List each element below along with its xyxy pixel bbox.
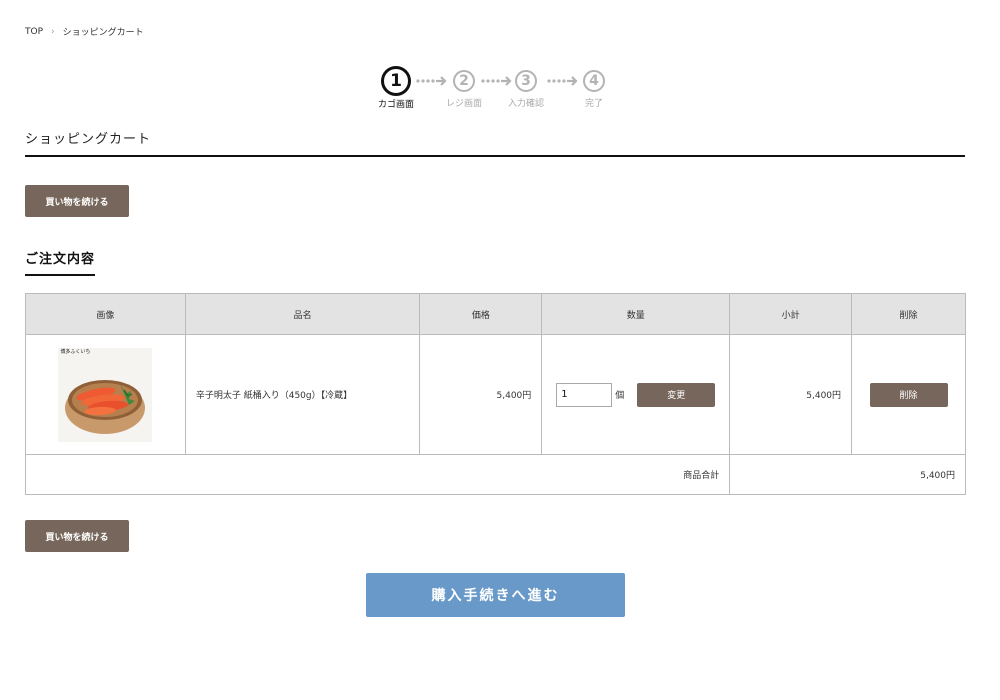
mentaiko-tub-image (65, 379, 146, 434)
header-name: 品名 (184, 293, 421, 335)
header-image: 画像 (25, 293, 186, 335)
proceed-to-checkout-button[interactable]: 購入手続きへ進む (366, 573, 625, 617)
step-label: レジ画面 (445, 99, 482, 109)
product-price: 5,400円 (419, 334, 543, 455)
step-label: カゴ画面 (377, 100, 414, 110)
step-number: 4 (583, 70, 605, 92)
delete-cell: 削除 (851, 334, 966, 455)
section-underline (25, 274, 95, 276)
product-subtotal: 5,400円 (729, 334, 853, 455)
title-divider (25, 155, 965, 157)
quantity-unit: 個 (615, 391, 625, 401)
header-subtotal: 小計 (729, 293, 853, 335)
step-number: 1 (381, 66, 411, 96)
step-number: 3 (515, 70, 537, 92)
order-section-title: ご注文内容 (25, 252, 96, 267)
breadcrumb: TOP › ショッピングカート (25, 25, 144, 39)
quantity-input[interactable] (556, 382, 613, 407)
quantity-cell: 個 変更 (541, 334, 731, 455)
step-number: 2 (453, 70, 475, 92)
product-name: 辛子明太子 紙桶入り（450g）【冷蔵】 (184, 334, 421, 455)
step-label: 入力確認 (507, 99, 544, 109)
change-quantity-button[interactable]: 変更 (637, 382, 716, 407)
product-image-caption: 博多ふくいち (60, 348, 91, 355)
table-header-row: 画像 品名 価格 数量 小計 削除 (25, 293, 966, 335)
continue-shopping-button[interactable]: 買い物を続ける (25, 185, 129, 217)
total-row: 商品合計 5,400円 (24, 454, 966, 495)
total-label: 商品合計 (24, 454, 731, 495)
total-value: 5,400円 (729, 454, 966, 495)
product-image-cell: 博多ふくいち (25, 334, 186, 455)
delete-item-button[interactable]: 削除 (869, 382, 948, 407)
chevron-right-icon: › (51, 26, 55, 37)
checkout-steps: 1 カゴ画面 2 レジ画面 3 入力確認 4 完了 (373, 66, 613, 112)
header-delete: 削除 (851, 293, 966, 335)
header-price: 価格 (419, 293, 543, 335)
step-complete: 4 完了 (564, 70, 624, 109)
page-title: ショッピングカート (25, 132, 152, 147)
product-image[interactable]: 博多ふくいち (58, 347, 153, 442)
breadcrumb-top-link[interactable]: TOP (25, 27, 43, 37)
header-quantity: 数量 (541, 293, 731, 335)
breadcrumb-current: ショッピングカート (62, 28, 144, 38)
continue-shopping-button-bottom[interactable]: 買い物を続ける (25, 520, 129, 552)
step-label: 完了 (584, 99, 603, 109)
table-row: 博多ふくいち 辛子明太子 紙桶入り（450g）【冷蔵】 5,400円 1 個 変… (25, 334, 966, 455)
cart-table: 画像 品名 価格 数量 小計 削除 博多ふくいち 辛子明太子 紙桶入り（450g… (24, 293, 966, 495)
